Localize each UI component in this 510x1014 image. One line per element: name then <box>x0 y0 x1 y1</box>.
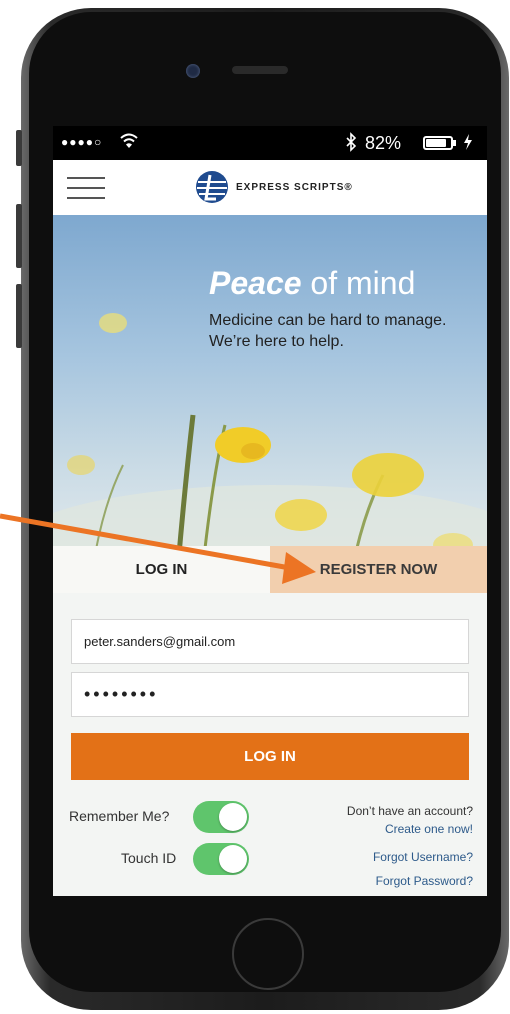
annotation-arrow <box>0 513 316 584</box>
device-mockup: ●●●●○ 82% EXPRESS SCRIPTS® Peace of mind… <box>0 0 510 1014</box>
